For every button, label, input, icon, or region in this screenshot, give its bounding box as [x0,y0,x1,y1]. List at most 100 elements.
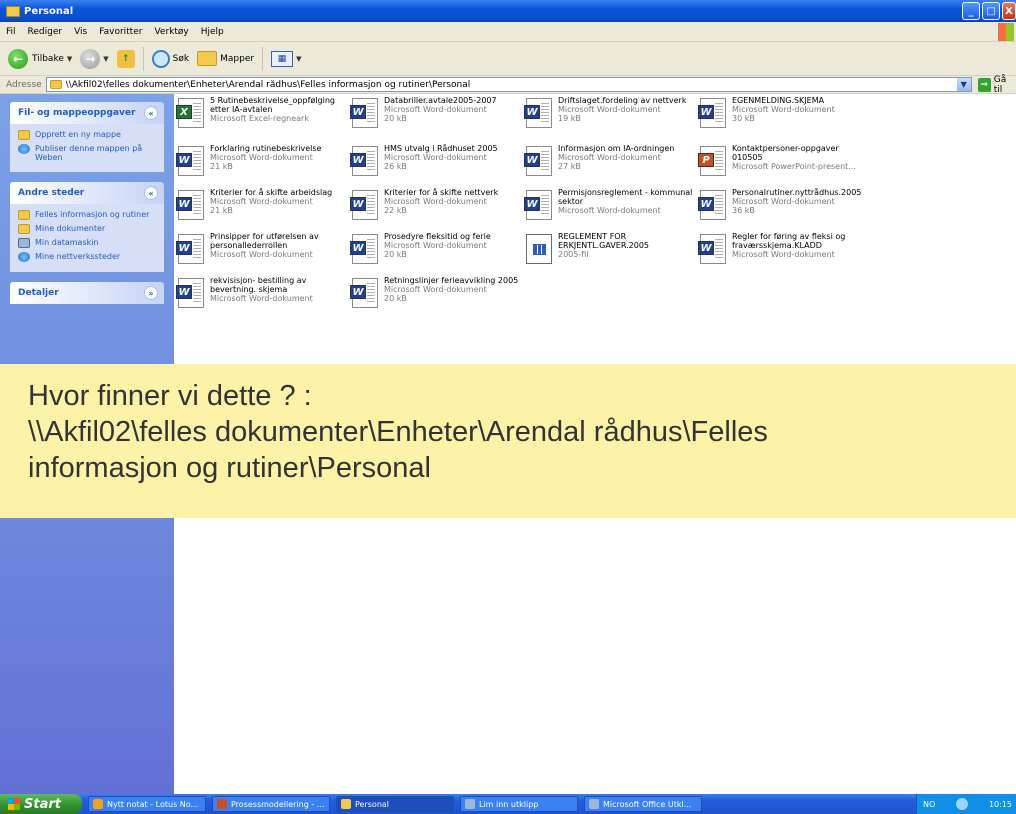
start-button[interactable]: Start [0,794,82,814]
taskbar-button[interactable]: Lim inn utklipp [460,796,578,812]
title-bar: Personal _ □ X [0,0,1016,22]
caption-line-3: informasjon og rutiner\Personal [28,452,431,484]
file-size: 20 kB [384,250,407,259]
file-item[interactable]: W EGENMELDING.SKJEMA Microsoft Word-dokume… [698,96,868,140]
link-min-datamaskin[interactable]: Min datamaskin [18,238,158,248]
file-item[interactable]: Wrekvisisjon- bestilling av bevertning. … [176,276,346,320]
link-new-folder[interactable]: Opprett en ny mappe [18,130,158,140]
taskbar-button[interactable]: Microsoft Office Utkl... [584,796,702,812]
file-name: Kriterier for å skifte nettverk [384,188,499,197]
file-text: REGLEMENT FOR ERKJENTL.GAVER.2005 2005-fi… [558,232,694,276]
menu-verktoy[interactable]: Verktøy [154,27,188,37]
up-folder-icon: ↑ [116,49,135,68]
file-item[interactable]: W Forklaring rutinebeskrivelse Microsoft W… [176,144,346,188]
search-icon [151,49,170,68]
file-item[interactable]: W Databriller.avtale2005-2007 Microsoft Wo… [350,96,520,140]
panel-header[interactable]: Detaljer » [10,282,164,304]
file-name: rekvisisjon- bestilling av bevertning. s… [210,276,307,294]
back-button[interactable]: ← Tilbake ▼ [8,48,72,69]
collapse-chevron-icon[interactable]: « [144,186,158,200]
panel-header[interactable]: Andre steder « [10,182,164,204]
file-name: 5 Rutinebeskrivelse_oppfølging etter IA-… [210,96,335,114]
views-button[interactable]: ▦ ▼ [271,50,301,67]
forward-button[interactable]: → ▼ [80,48,109,69]
search-button[interactable]: Søk [151,49,190,68]
file-item[interactable]: W Prinsipper for utførelsen av personalle… [176,232,346,276]
link-nettverkssteder[interactable]: Mine nettverkssteder [18,252,158,262]
file-text: Retningslinjer ferieavvikling 2005 Micros… [384,276,518,320]
link-mine-dokumenter[interactable]: Mine dokumenter [18,224,158,234]
folders-button[interactable]: Mapper [197,51,254,66]
word-document-icon: W [698,190,726,220]
menu-bar: Fil Rediger Vis Favoritter Verktøy Hjelp [0,22,1016,42]
file-name: Forklaring rutinebeskrivelse [210,144,322,153]
file-item[interactable]: W Prosedyre fleksitid og ferie Microsoft W… [350,232,520,276]
collapse-chevron-icon[interactable]: « [144,106,158,120]
file-text: Prosedyre fleksitid og ferie Microsoft Wo… [384,232,491,276]
menu-favoritter[interactable]: Favoritter [99,27,142,37]
word-document-icon: W [350,278,378,308]
file-size: 22 kB [384,206,407,215]
file-type: Microsoft Word-dokument [384,105,487,114]
maximize-button[interactable]: □ [982,2,1000,20]
close-button[interactable]: X [1002,2,1016,20]
file-item[interactable]: W Retningslinjer ferieavvikling 2005 Micro… [350,276,520,320]
file-item[interactable]: P Kontaktpersoner-oppgaver 010505 Microsof… [698,144,868,188]
taskbar: Start Nytt notat - Lotus No... Prosessmod… [0,794,1016,814]
link-label: Opprett en ny mappe [35,130,121,139]
link-label: Felles informasjon og rutiner [35,210,150,219]
taskbar-button[interactable]: Prosessmodellering - ... [212,796,330,812]
menu-fil[interactable]: Fil [6,27,16,37]
system-tray: NO 10:15 [916,794,1016,814]
up-button[interactable]: ↑ [116,49,135,68]
file-item[interactable]: W Permisjonsreglement - kommunal sektor Mi… [524,188,694,232]
file-text: Regler for føring av fleksi og fraværssk… [732,232,868,276]
address-input[interactable]: \\Akfil02\felles dokumenter\Enheter\Aren… [45,77,972,92]
file-name: Kriterier for å skifte arbeidslag [210,188,333,197]
menu-rediger[interactable]: Rediger [28,27,63,37]
menu-hjelp[interactable]: Hjelp [201,27,224,37]
file-item[interactable]: X 5 Rutinebeskrivelse_oppfølging etter IA… [176,96,346,140]
file-name: REGLEMENT FOR ERKJENTL.GAVER.2005 [558,232,650,250]
tray-icon[interactable] [956,798,969,810]
app-icon [589,799,599,809]
caption-overlay: Hvor finner vi dette ? : \\Akfil02\felle… [0,364,1016,518]
language-indicator[interactable]: NO [923,800,935,809]
file-size: 20 kB [384,114,407,123]
link-label: Min datamaskin [35,238,99,247]
go-arrow-icon: → [977,77,991,92]
app-icon [465,799,475,809]
file-item[interactable]: W HMS utvalg i Rådhuset 2005 Microsoft Wor… [350,144,520,188]
folders-icon [197,51,218,66]
file-item[interactable]: W Driftslaget.fordeling av nettverk Micros… [524,96,694,140]
word-document-icon: W [698,234,726,264]
panel-header[interactable]: Fil- og mappeoppgaver « [10,102,164,124]
search-label: Søk [172,53,190,64]
folders-label: Mapper [220,53,255,64]
file-item[interactable]: W Personalrutiner.nyttrådhus.2005 Microsof… [698,188,868,232]
link-felles-informasjon[interactable]: Felles informasjon og rutiner [18,210,158,220]
file-item[interactable]: W Kriterier for å skifte nettverk Microsof… [350,188,520,232]
views-icon: ▦ [271,50,294,67]
file-item[interactable]: W Informasjon om IA-ordningen Microsoft Wo… [524,144,694,188]
caption-line-2: \\Akfil02\felles dokumenter\Enheter\Aren… [28,416,768,448]
go-button[interactable]: → Gå til [977,75,1016,95]
file-item[interactable]: W Kriterier for å skifte arbeidslag Micros… [176,188,346,232]
caption-line-1: Hvor finner vi dette ? : [28,380,312,412]
file-item[interactable]: REGLEMENT FOR ERKJENTL.GAVER.2005 2005-fi… [524,232,694,276]
taskbar-button[interactable]: Personal [336,796,454,812]
app-icon [341,799,351,809]
link-publish-web[interactable]: Publiser denne mappen på Weben [18,144,158,162]
folder-icon [18,210,30,220]
taskbar-button[interactable]: Nytt notat - Lotus No... [88,796,206,812]
file-type: Microsoft Word-dokument [210,294,313,303]
expand-chevron-icon[interactable]: » [144,286,158,300]
menu-vis[interactable]: Vis [74,27,87,37]
file-size: 27 kB [558,162,581,171]
minimize-button[interactable]: _ [962,2,980,20]
file-type: Microsoft PowerPoint-present... [732,162,856,171]
windows-logo-icon [998,23,1014,41]
file-item[interactable]: W Regler for føring av fleksi og fraværss… [698,232,868,276]
address-dropdown-button[interactable]: ▼ [956,78,971,91]
file-type: Microsoft Excel-regneark [210,114,309,123]
